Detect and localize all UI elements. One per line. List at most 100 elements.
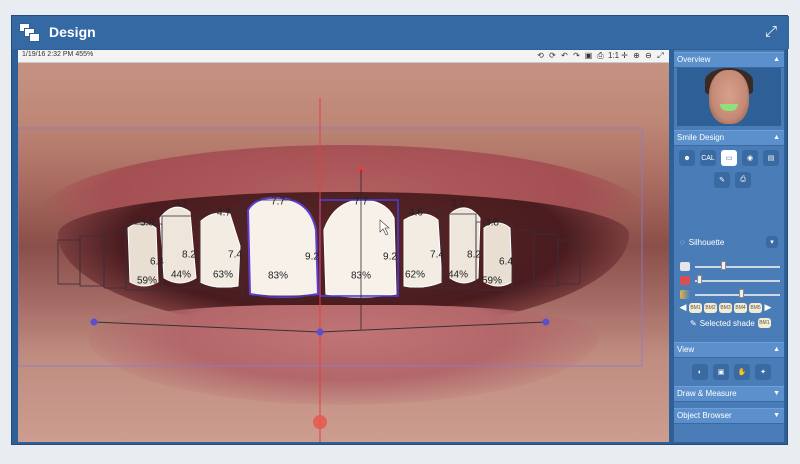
midline-handle-bottom[interactable] [313,415,327,429]
shade-swatch[interactable]: BM1 [689,302,702,313]
brush-icon[interactable]: ✎ [714,172,730,188]
measure-label: 4.6 [409,207,423,219]
object-browser-header[interactable]: Object Browser ▼ [674,408,784,424]
overview-thumbnail[interactable] [677,68,781,126]
slider-track [695,294,780,296]
smile-design-header[interactable]: Smile Design ▲ [674,130,784,146]
width-icon [680,262,690,271]
canvas-tool-icon[interactable]: 1:1 [608,51,619,61]
shade-swatch[interactable]: BM5 [749,302,762,313]
view-tools: ◐ ▣ ✋ ✦ [692,364,771,380]
face-thumbnail [709,70,749,124]
design-window: Design ⤢ 3.7 4.7 7.7 7.7 4.6 3.7 3.8 3.8… [11,15,789,445]
canvas-tool-icon[interactable]: ⟳ [548,51,557,61]
smile-tools-row-1: ☻ CAL ▭ ◉ ▤ [679,150,779,166]
canvas-tool-icon[interactable]: ✛ [620,51,629,61]
draw-measure-header[interactable]: Draw & Measure ▼ [674,386,784,402]
design-overlay[interactable] [18,50,669,442]
bucket-icon[interactable]: ▾ [766,236,778,248]
window-title: Design [49,24,96,40]
canvas-tool-icon[interactable]: ⟲ [536,51,545,61]
measure-label: 3.8 [485,217,499,229]
measure-label: 7.7 [271,196,285,208]
selected-shade-swatch: BM1 [757,318,771,328]
smile-tools-row-2: ✎ ⎙ [714,172,751,188]
maximize-icon[interactable]: ⤢ [762,23,780,41]
percent-label: 59% [481,275,503,287]
canvas-tool-icons: ⟲ ⟳ ↶ ↷ ▣ ⎙ 1:1 ✛ ⊕ ⊖ ⤢ [536,51,665,61]
measure-label: 3.7 [451,198,465,210]
canvas-tool-icon[interactable]: ⤢ [656,51,665,61]
slider-track [695,266,780,268]
percent-label: 83% [267,270,289,282]
view-label: View [677,345,695,354]
opacity-icon [680,276,690,285]
shade-swatch[interactable]: BM3 [719,302,732,313]
curve-handle-right[interactable] [542,318,550,326]
shade-next-icon[interactable]: ▶ [764,302,772,313]
selected-shade-label: Selected shade [699,318,755,328]
color-icon [680,290,690,299]
measure-label: 9.2 [305,251,319,263]
curve-handle-left[interactable] [90,318,98,326]
smile-design-label: Smile Design [677,133,725,142]
collapse-arrow-icon: ▲ [773,134,780,141]
slider-width[interactable] [680,261,780,272]
slider-color[interactable] [680,289,780,300]
pencil-icon: ✎ [690,318,697,328]
canvas-tool-icon[interactable]: ⎙ [596,51,605,61]
canvas-tool-icon[interactable]: ⊕ [632,51,641,61]
curve-handle-center[interactable] [316,328,324,336]
percent-label: 83% [350,270,372,282]
collapse-arrow-icon: ▲ [773,346,780,353]
slider-knob[interactable] [739,289,744,298]
side-panel: Overview ▲ Smile Design ▲ ☻ CAL ▭ ◉ ▤ ✎ … [674,50,784,442]
object-browser-label: Object Browser [677,411,732,420]
percent-label: 59% [136,275,158,287]
slider-track [695,280,780,282]
eye-icon[interactable]: ◉ [742,150,758,166]
expand-arrow-icon: ▼ [773,412,780,419]
photo-canvas[interactable]: 3.7 4.7 7.7 7.7 4.6 3.7 3.8 3.8 6.4 8.2 … [18,50,669,442]
measure-label: 8.2 [467,249,481,261]
calibration-icon[interactable]: CAL [700,150,716,166]
crop-icon[interactable]: ▣ [713,364,729,380]
measure-label: 4.7 [217,207,231,219]
shade-swatch[interactable]: BM4 [734,302,747,313]
percent-label: 44% [170,269,192,281]
percent-label: 44% [447,269,469,281]
shade-prev-icon[interactable]: ◀ [679,302,687,313]
shade-swatch[interactable]: BM2 [704,302,717,313]
view-header[interactable]: View ▲ [674,342,784,358]
measure-label: 8.2 [182,249,196,261]
lamp-icon[interactable]: ✦ [755,364,771,380]
overview-header[interactable]: Overview ▲ [674,52,784,68]
face-view-icon[interactable]: ◐ [692,364,708,380]
measure-label: 6.4 [499,256,513,268]
measure-label: 9.2 [383,251,397,263]
slider-knob[interactable] [720,261,726,270]
canvas-tool-icon[interactable]: ▣ [584,51,593,61]
measure-label: 3.8 [140,217,154,229]
canvas-tool-icon[interactable]: ↷ [572,51,581,61]
selected-shade: ✎ Selected shade BM1 [690,318,771,328]
draw-measure-label: Draw & Measure [677,389,737,398]
silhouette-label: Silhouette [688,238,725,247]
slider-opacity[interactable] [680,275,780,286]
canvas-tool-icon[interactable]: ⊖ [644,51,653,61]
measure-label: 7.7 [354,196,368,208]
tooth-library-icon[interactable]: ☻ [679,150,695,166]
silhouette-toggle[interactable]: ◌ Silhouette [680,238,724,247]
ruler-icon[interactable]: ▭ [721,150,737,166]
measure-label: 3.7 [174,198,188,210]
tooth-central-right [323,199,397,298]
shade-picker: ◀ BM1 BM2 BM3 BM4 BM5 ▶ [679,302,779,313]
canvas-tool-icon[interactable]: ↶ [560,51,569,61]
slider-knob[interactable] [696,275,702,284]
canvas-toolbar: 1/19/16 2:32 PM 455% ⟲ ⟳ ↶ ↷ ▣ ⎙ 1:1 ✛ ⊕ ⊖ ⤢ [18,50,669,63]
hand-pan-icon[interactable]: ✋ [734,364,750,380]
measure-label: 7.4 [228,249,242,261]
camera-icon[interactable]: ▤ [763,150,779,166]
silhouette-icon: ◌ [680,238,685,247]
printer-icon[interactable]: ⎙ [735,172,751,188]
